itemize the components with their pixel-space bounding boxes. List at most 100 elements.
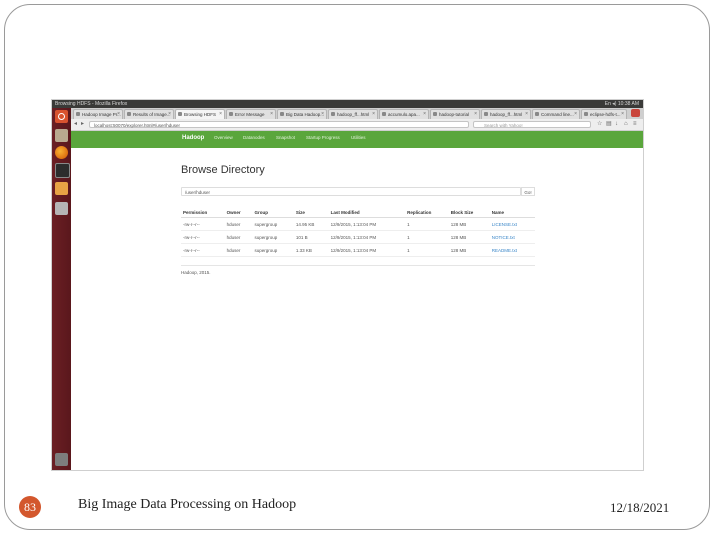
- close-icon[interactable]: ×: [621, 110, 624, 119]
- cell-last-modified: 12/9/2015, 1:13:04 PM: [328, 243, 406, 257]
- slide-number-badge: 83: [19, 496, 41, 518]
- cell-last-modified: 12/9/2015, 1:13:04 PM: [328, 230, 406, 244]
- browser-tab[interactable]: Command line... ×: [532, 109, 580, 119]
- browser-tab[interactable]: Error Message ×: [226, 109, 276, 119]
- home-icon[interactable]: ⌂: [624, 121, 630, 127]
- column-header[interactable]: Group: [252, 207, 294, 218]
- hadoop-page: Hadoop Overview Datanodes Snapshot Start…: [71, 131, 643, 470]
- settings-icon[interactable]: [55, 202, 68, 215]
- go-button[interactable]: Go!: [521, 187, 535, 196]
- favicon-icon: [127, 112, 131, 116]
- tab-label: Error Message: [235, 112, 265, 117]
- back-icon[interactable]: ◂: [74, 121, 80, 127]
- browser-tab[interactable]: eclipse-hdfs-t... ×: [581, 109, 627, 119]
- close-icon[interactable]: ×: [168, 110, 171, 119]
- favicon-icon: [433, 112, 437, 116]
- browser-tab-strip: Hadoop Image Pr... × Results of Image... ×…: [71, 108, 643, 119]
- cell-owner: hduser: [224, 230, 253, 244]
- system-top-bar: Browsing HDFS - Mozilla Firefox En ◂) 10…: [52, 100, 643, 108]
- hadoop-brand[interactable]: Hadoop: [182, 135, 204, 141]
- file-table: Permission Owner Group Size Last Modifie…: [181, 207, 535, 257]
- star-icon[interactable]: ☆: [597, 121, 603, 127]
- close-icon[interactable]: ×: [321, 110, 324, 119]
- cell-last-modified: 12/9/2015, 1:13:04 PM: [328, 217, 406, 231]
- favicon-icon: [76, 112, 80, 116]
- hadoop-navbar: Hadoop Overview Datanodes Snapshot Start…: [71, 131, 643, 148]
- column-header[interactable]: Permission: [181, 207, 225, 218]
- browser-tab[interactable]: Results of Image... ×: [124, 109, 174, 119]
- menu-utilities[interactable]: Utilities: [351, 135, 366, 140]
- table-header-row: Permission Owner Group Size Last Modifie…: [181, 207, 535, 218]
- firefox-icon[interactable]: [55, 146, 68, 159]
- menu-snapshot[interactable]: Snapshot: [276, 135, 295, 140]
- menu-startup-progress[interactable]: Startup Progress: [306, 135, 340, 140]
- url-bar[interactable]: localhost:50070/explorer.html#/user/hdus…: [89, 121, 469, 128]
- libreoffice-icon[interactable]: [55, 182, 68, 195]
- browser-tab[interactable]: Hadoop Image Pr... ×: [73, 109, 123, 119]
- menu-datanodes[interactable]: Datanodes: [243, 135, 265, 140]
- tab-label: Command line...: [541, 112, 574, 117]
- terminal-icon[interactable]: [55, 163, 70, 178]
- trash-icon[interactable]: [55, 453, 68, 466]
- cell-replication: 1: [405, 217, 449, 231]
- column-header[interactable]: Name: [489, 207, 535, 218]
- page-title: Browse Directory: [181, 164, 265, 176]
- cell-permission: -rw-r--r--: [181, 217, 225, 231]
- favicon-icon: [331, 112, 335, 116]
- file-link[interactable]: LICENSE.txt: [489, 217, 535, 231]
- favicon-icon: [229, 112, 233, 116]
- cell-block-size: 128 MB: [448, 217, 490, 231]
- download-icon[interactable]: ↓: [615, 121, 621, 127]
- close-icon[interactable]: ×: [117, 110, 120, 119]
- system-indicators: En ◂) 10:38 AM: [604, 101, 639, 107]
- cell-group: supergroup: [252, 243, 294, 257]
- embedded-screenshot: Browsing HDFS - Mozilla Firefox En ◂) 10…: [51, 99, 644, 471]
- file-link[interactable]: NOTICE.txt: [489, 230, 535, 244]
- cell-block-size: 128 MB: [448, 243, 490, 257]
- cell-group: supergroup: [252, 230, 294, 244]
- tab-label: hadoop_ff...html: [490, 112, 523, 117]
- bookmarks-icon[interactable]: ▤: [606, 121, 612, 127]
- column-header[interactable]: Block Size: [448, 207, 490, 218]
- browser-tab[interactable]: accumulo.apa... ×: [379, 109, 429, 119]
- close-icon[interactable]: ×: [372, 110, 375, 119]
- cell-owner: hduser: [224, 243, 253, 257]
- close-icon[interactable]: ×: [525, 110, 528, 119]
- files-icon[interactable]: [55, 129, 68, 142]
- browser-tab[interactable]: hadoop_ff...html ×: [481, 109, 531, 119]
- favicon-icon: [382, 112, 386, 116]
- browser-tab[interactable]: Big Data Hadoop... ×: [277, 109, 327, 119]
- browser-tab[interactable]: hadoop-tutorial ×: [430, 109, 480, 119]
- tab-label: hadoop-tutorial: [439, 112, 470, 117]
- directory-input[interactable]: /user/hduser: [181, 187, 521, 196]
- forward-icon[interactable]: ▸: [81, 121, 87, 127]
- ubuntu-dash-icon[interactable]: [55, 110, 68, 123]
- menu-overview[interactable]: Overview: [214, 135, 233, 140]
- window-title: Browsing HDFS - Mozilla Firefox: [55, 101, 128, 107]
- search-input[interactable]: Search with Yahoo!: [473, 121, 591, 128]
- close-icon[interactable]: ×: [574, 110, 577, 119]
- table-row: -rw-r--r-- hduser supergroup 1.33 KB 12/…: [181, 243, 535, 257]
- close-icon[interactable]: ×: [474, 110, 477, 119]
- browser-tab[interactable]: hadoop_ff...html ×: [328, 109, 378, 119]
- launcher: [52, 108, 71, 470]
- cell-size: 1.33 KB: [293, 243, 329, 257]
- favicon-icon: [178, 112, 182, 116]
- favicon-icon: [484, 112, 488, 116]
- close-icon[interactable]: ×: [219, 110, 222, 119]
- menu-icon[interactable]: ≡: [633, 121, 639, 127]
- close-icon[interactable]: ×: [423, 110, 426, 119]
- file-link[interactable]: README.txt: [489, 243, 535, 257]
- column-header[interactable]: Size: [293, 207, 329, 218]
- table-row: -rw-r--r-- hduser supergroup 101 B 12/9/…: [181, 230, 535, 244]
- column-header[interactable]: Last Modified: [328, 207, 406, 218]
- window-close-button[interactable]: [631, 109, 640, 117]
- tab-label: hadoop_ff...html: [337, 112, 370, 117]
- close-icon[interactable]: ×: [270, 110, 273, 119]
- browser-tab-active[interactable]: Browsing HDFS ×: [175, 109, 225, 119]
- tab-label: Browsing HDFS: [184, 112, 217, 117]
- column-header[interactable]: Replication: [405, 207, 449, 218]
- cell-replication: 1: [405, 243, 449, 257]
- column-header[interactable]: Owner: [224, 207, 253, 218]
- favicon-icon: [584, 112, 588, 116]
